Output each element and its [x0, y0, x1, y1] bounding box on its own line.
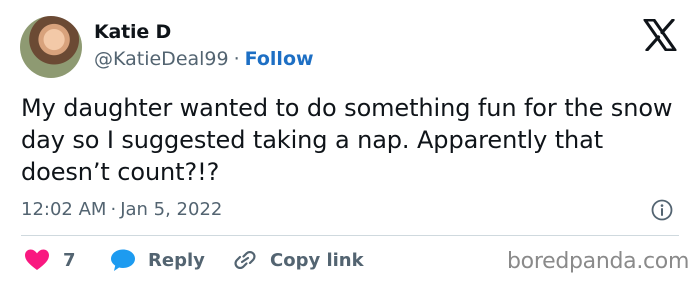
like-button[interactable]: 7 [24, 247, 76, 273]
follow-button[interactable]: Follow [245, 48, 314, 70]
copy-link-button[interactable]: Copy link [232, 247, 364, 273]
copy-link-label: Copy link [270, 249, 364, 271]
link-icon [234, 250, 256, 270]
author-name[interactable]: Katie D [94, 21, 171, 43]
tweet-timestamp[interactable]: 12:02 AM · Jan 5, 2022 [21, 199, 222, 220]
separator: · [233, 48, 240, 70]
reply-label: Reply [148, 249, 205, 271]
watermark: boredpanda.com [507, 249, 690, 274]
divider [21, 235, 679, 236]
x-logo-icon[interactable] [643, 19, 677, 51]
tweet-text: My daughter wanted to do something fun f… [21, 94, 673, 186]
tweet-date: Jan 5, 2022 [120, 199, 223, 220]
speech-bubble-icon [111, 249, 135, 271]
author-handle[interactable]: @KatieDeal99 [94, 48, 229, 70]
reply-button[interactable]: Reply [110, 247, 205, 273]
tweet-time: 12:02 AM [21, 199, 107, 220]
heart-icon [25, 249, 49, 270]
separator: · [110, 199, 117, 220]
avatar[interactable] [20, 16, 82, 78]
like-count: 7 [63, 249, 76, 271]
info-icon[interactable] [651, 199, 673, 221]
author-meta: @KatieDeal99 · Follow [94, 48, 314, 70]
